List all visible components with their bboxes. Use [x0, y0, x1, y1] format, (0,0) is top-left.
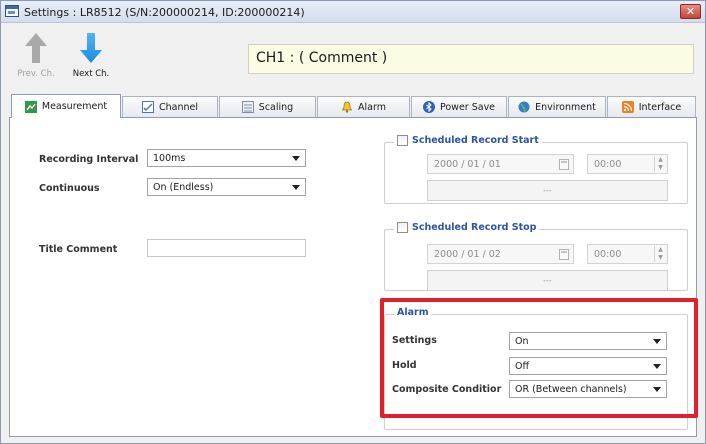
arrow-up-icon [25, 33, 47, 63]
scaling-icon [241, 101, 254, 113]
tab-label: Measurement [41, 101, 108, 112]
tab-scaling[interactable]: Scaling [219, 96, 316, 117]
settings-window: Settings : LR8512 (S/N:200000214, ID:200… [0, 0, 706, 444]
tab-label: Interface [638, 101, 682, 113]
start-time-value: 00:00 [594, 159, 622, 170]
tab-interface[interactable]: Interface [607, 96, 696, 117]
tab-label: Scaling [258, 101, 294, 113]
continuous-select[interactable]: On (Endless) [147, 178, 306, 196]
tab-label: Alarm [358, 101, 386, 113]
globe-icon [518, 101, 530, 113]
arrow-down-icon [80, 33, 102, 63]
time-spinner[interactable]: ▲ ▼ [654, 156, 666, 172]
tab-alarm[interactable]: Alarm [317, 96, 410, 117]
next-channel-label: Next Ch. [72, 69, 110, 79]
scheduled-stop-header: Scheduled Record Stop [394, 222, 540, 233]
continuous-value: On (Endless) [153, 182, 214, 193]
window-icon [5, 5, 19, 17]
prev-channel-button[interactable]: Prev. Ch. [14, 31, 58, 81]
chevron-down-icon [292, 185, 300, 190]
rss-icon [621, 101, 634, 113]
tab-environment[interactable]: Environment [508, 96, 606, 117]
start-time-field[interactable]: 00:00 ▲ ▼ [587, 154, 668, 174]
tab-channel[interactable]: Channel [122, 96, 218, 117]
alarm-highlight-frame [380, 298, 698, 418]
title-bar[interactable]: Settings : LR8512 (S/N:200000214, ID:200… [1, 1, 705, 23]
calendar-icon[interactable] [559, 159, 569, 170]
scheduled-stop-title: Scheduled Record Stop [412, 222, 537, 233]
stop-datetime-button[interactable]: --- [427, 270, 668, 291]
window-title: Settings : LR8512 (S/N:200000214, ID:200… [24, 6, 305, 19]
tab-label: Channel [158, 101, 198, 113]
bluetooth-icon [422, 101, 435, 113]
stop-time-field[interactable]: 00:00 ▲ ▼ [587, 244, 668, 264]
close-button[interactable]: ✕ [680, 4, 701, 19]
settings-tabs: Measurement Channel Scaling Alarm Power … [9, 94, 697, 118]
start-date-value: 2000 / 01 / 01 [434, 159, 501, 170]
channel-comment: CH1 : ( Comment ) [248, 44, 694, 74]
prev-channel-label: Prev. Ch. [17, 69, 55, 79]
chevron-down-icon [292, 156, 300, 161]
recording-interval-value: 100ms [153, 153, 186, 164]
scheduled-start-checkbox[interactable] [397, 135, 408, 146]
tab-label: Environment [535, 101, 596, 113]
stop-date-field[interactable]: 2000 / 01 / 02 [427, 244, 574, 264]
next-channel-button[interactable]: Next Ch. [69, 31, 113, 81]
stop-time-value: 00:00 [594, 249, 622, 260]
tab-label: Power Save [439, 101, 496, 113]
continuous-label: Continuous [39, 183, 100, 194]
scheduled-start-title: Scheduled Record Start [412, 135, 539, 146]
channel-icon [141, 101, 154, 113]
recording-interval-label: Recording Interval [39, 154, 139, 165]
calendar-icon[interactable] [559, 249, 569, 260]
alarm-bell-icon [341, 101, 353, 113]
scheduled-start-header: Scheduled Record Start [394, 135, 542, 146]
scheduled-stop-checkbox[interactable] [397, 222, 408, 233]
start-date-field[interactable]: 2000 / 01 / 01 [427, 154, 574, 174]
title-comment-input[interactable] [147, 239, 306, 257]
title-comment-label: Title Comment [39, 244, 118, 255]
recording-interval-select[interactable]: 100ms [147, 149, 306, 167]
start-datetime-button[interactable]: --- [427, 180, 668, 201]
tab-measurement[interactable]: Measurement [11, 94, 121, 118]
stop-date-value: 2000 / 01 / 02 [434, 249, 501, 260]
measurement-icon [24, 100, 37, 113]
time-spinner[interactable]: ▲ ▼ [654, 246, 666, 262]
tab-power-save[interactable]: Power Save [411, 96, 507, 117]
